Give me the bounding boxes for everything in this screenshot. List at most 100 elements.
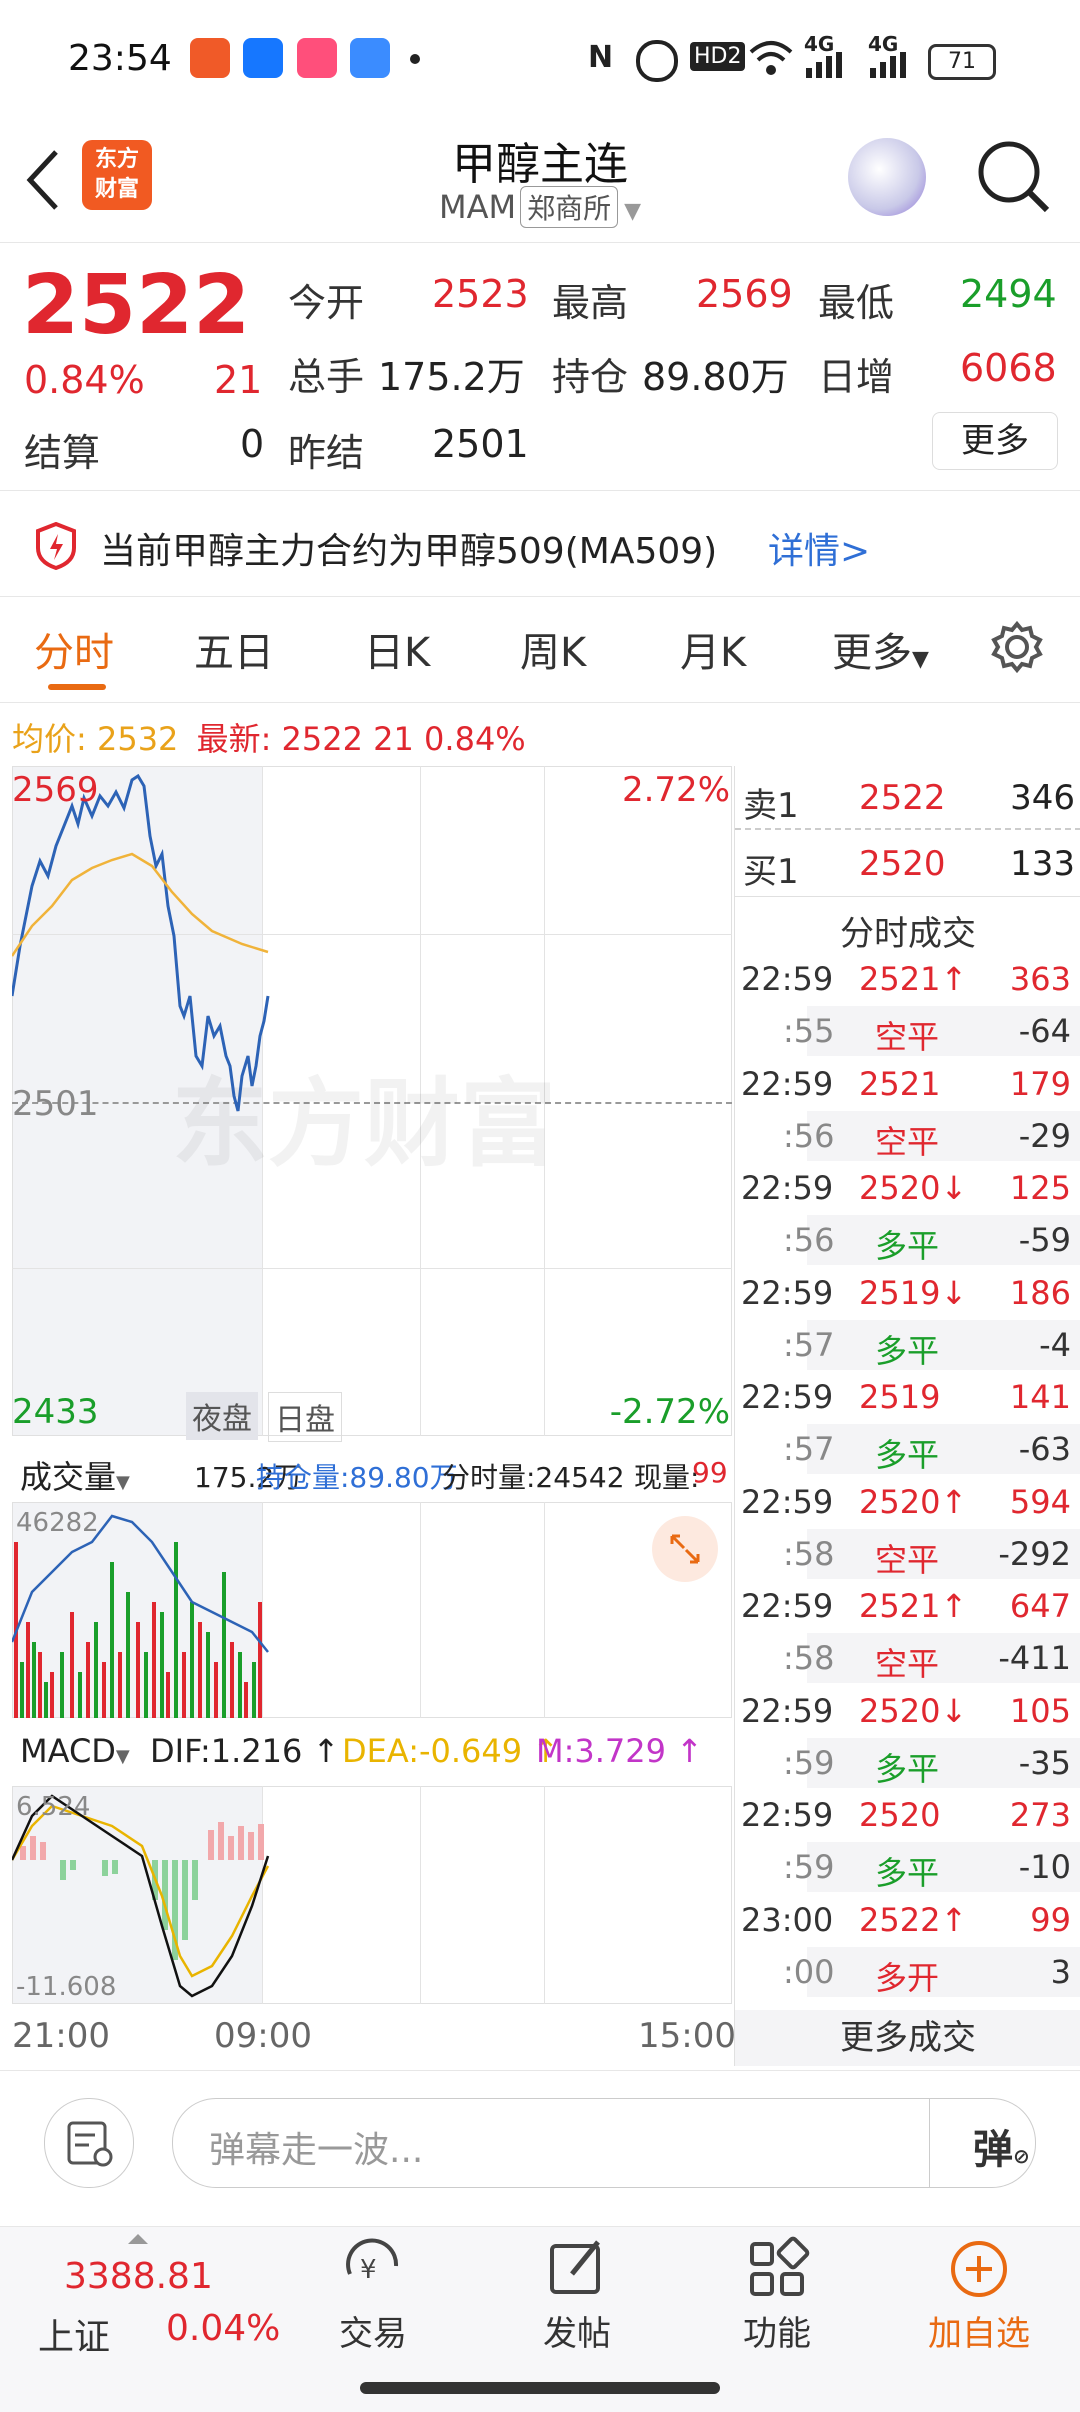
tick-second: :58 <box>783 1534 835 1573</box>
edit-post-icon <box>550 2240 600 2294</box>
index-pct[interactable]: 0.04% <box>166 2308 280 2349</box>
x-axis-end: 15:00 <box>638 2016 736 2056</box>
tick-time: 22:59 <box>741 1691 834 1730</box>
settings-gear-icon[interactable] <box>990 620 1044 674</box>
tick-oi-change: -35 <box>1018 1743 1071 1782</box>
more-quote-button[interactable]: 更多 <box>932 412 1058 470</box>
latest-price-value: 2522 <box>281 720 363 758</box>
volume-axis-max: 46282 <box>16 1508 99 1538</box>
tick-volume: 99 <box>1030 1900 1071 1939</box>
tick-oi-change: 3 <box>1050 1952 1071 1991</box>
tab-daily-k[interactable]: 日K <box>364 620 430 678</box>
tick-oi-change: -4 <box>1039 1325 1071 1364</box>
shield-alert-icon <box>36 522 76 570</box>
bid1-volume: 133 <box>1010 844 1075 884</box>
tick-price: 2520↓ <box>859 1169 968 1207</box>
nav-trade[interactable]: ¥ 交易 <box>308 2230 438 2355</box>
arrow-up-icon: ↑ <box>312 1732 340 1770</box>
bid1-price: 2520 <box>859 844 946 884</box>
index-name[interactable]: 上证 <box>38 2308 110 2360</box>
tab-monthly-k[interactable]: 月K <box>680 620 746 678</box>
tick-detail-row: :57 多平 -63 <box>735 1424 1080 1476</box>
volume-indicator-bar: 成交量▼ 175.2万 持仓量:89.80万 分时量:24542 现量: 99 <box>12 1444 732 1498</box>
assistant-robot-avatar[interactable] <box>848 138 926 216</box>
more-ticks-label: 更多成交 <box>840 2018 976 2058</box>
tick-detail-row: :55 空平 -64 <box>735 1006 1080 1058</box>
tab-more[interactable]: 更多▼ <box>832 620 929 678</box>
tick-volume: 179 <box>1009 1064 1071 1103</box>
main-contract-notice: 当前甲醇主力合约为甲醇509(MA509) <box>100 531 718 572</box>
tick-detail-row: :59 多平 -35 <box>735 1737 1080 1790</box>
prev-settle-value: 2501 <box>432 422 529 466</box>
more-ticks-button[interactable]: 更多成交 <box>735 2010 1080 2066</box>
search-icon[interactable] <box>975 138 1055 218</box>
active-tab-indicator <box>48 684 106 690</box>
macd-indicator-select[interactable]: MACD▼ <box>20 1732 130 1770</box>
tab-weekly-k[interactable]: 周K <box>520 620 586 678</box>
open-interest-label: 持仓 <box>552 355 629 399</box>
x-axis-mid: 09:00 <box>214 2016 312 2056</box>
volume-oi: 持仓量:89.80万 <box>256 1461 458 1494</box>
price-change-pct: 0.84% <box>24 358 145 402</box>
ask1-label: 卖1 <box>743 786 799 826</box>
nav-trade-label: 交易 <box>339 2314 407 2354</box>
tick-time: 22:59 <box>741 1587 834 1625</box>
expand-chart-button[interactable] <box>652 1516 718 1582</box>
danmu-toggle-button[interactable]: 弹⊘ <box>973 2117 1030 2175</box>
tick-row: 22:59 2521↑ 647 <box>735 1581 1077 1633</box>
nav-post[interactable]: 发帖 <box>512 2230 642 2355</box>
tick-time: 22:59 <box>741 1378 834 1416</box>
macd-axis-bottom: -11.608 <box>16 1972 117 2002</box>
volume-indicator-select[interactable]: 成交量▼ <box>20 1452 130 1498</box>
divider <box>0 702 1080 703</box>
ticks-title: 分时成交 <box>840 914 976 954</box>
tick-time: 22:59 <box>741 1064 834 1103</box>
intraday-price-chart <box>12 773 270 1112</box>
daily-increase-label: 日增 <box>818 355 895 399</box>
tick-type: 多开 <box>875 1958 940 1997</box>
nav-add-favorite[interactable]: 加自选 <box>914 2230 1044 2355</box>
divider <box>0 490 1080 491</box>
tab-intraday[interactable]: 分时 <box>34 620 114 678</box>
tick-row: 22:59 2519↓ 186 <box>735 1268 1077 1320</box>
tick-time: 22:59 <box>741 1796 834 1834</box>
low-label: 最低 <box>818 281 895 325</box>
tick-detail-row: :58 空平 -292 <box>735 1528 1080 1581</box>
status-time: 23:54 <box>68 38 172 79</box>
notice-detail-link[interactable]: 详情> <box>768 522 870 574</box>
battery-icon: 71 <box>928 44 996 80</box>
tick-oi-change: -59 <box>1018 1221 1071 1259</box>
tick-oi-change: -64 <box>1018 1012 1071 1050</box>
open-value: 2523 <box>432 272 529 316</box>
volume-value: 175.2万 <box>378 355 525 399</box>
pct-axis-high: 2.72% <box>621 770 730 810</box>
tab-five-day[interactable]: 五日 <box>194 620 274 678</box>
tick-price: 2520↓ <box>859 1691 968 1730</box>
tick-detail-row: :56 多平 -59 <box>735 1215 1080 1267</box>
collapse-caret-icon[interactable] <box>128 2234 148 2244</box>
contract-code: MAM <box>438 188 517 226</box>
chevron-down-icon: ▼ <box>624 199 642 224</box>
nav-function[interactable]: 功能 <box>712 2230 842 2355</box>
tick-oi-change: -10 <box>1018 1848 1071 1886</box>
hd-icon: HD2 <box>690 42 746 71</box>
home-indicator[interactable] <box>360 2382 720 2394</box>
tick-second: :59 <box>783 1743 835 1782</box>
tick-detail-row: :59 多平 -10 <box>735 1842 1080 1894</box>
danmu-input[interactable]: 弹幕走一波... 弹⊘ <box>172 2098 1036 2188</box>
nfc-icon: N <box>588 40 614 75</box>
tick-second: :59 <box>783 1848 835 1886</box>
header: 东方 财富 甲醇主连 MAM 郑商所 ▼ <box>0 120 1080 243</box>
latest-change: 21 <box>373 720 414 758</box>
tick-volume: 273 <box>1009 1796 1071 1834</box>
comment-settings-button[interactable] <box>44 2098 134 2188</box>
day-session-label: 日盘 <box>268 1392 342 1442</box>
index-value[interactable]: 3388.81 <box>64 2256 213 2297</box>
shopping-app-icon <box>297 38 337 78</box>
tick-oi-change: -411 <box>998 1639 1071 1677</box>
y-axis-high: 2569 <box>12 770 99 810</box>
latest-change-pct: 0.84% <box>424 720 526 758</box>
chart-area[interactable]: 东方财富 2569 2501 2433 2.72% -2.72% 夜盘 日盘 成… <box>12 766 736 2066</box>
caret-down-icon: ▼ <box>912 647 929 672</box>
divider <box>929 2099 930 2187</box>
